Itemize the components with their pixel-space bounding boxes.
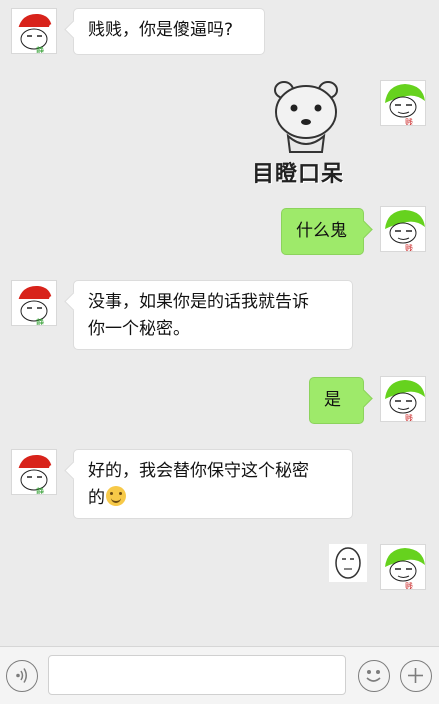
avatar-right[interactable]: 贱 (380, 206, 426, 252)
avatar-right[interactable]: 贱 (380, 544, 426, 590)
message-bubble[interactable]: 贱贱，你是傻逼吗? (73, 8, 265, 55)
emoji-icon (366, 670, 381, 682)
message-input[interactable] (48, 655, 346, 695)
voice-button[interactable] (6, 660, 38, 692)
green-hair-face-icon: 贱 (385, 84, 425, 126)
message-text: 是 (324, 390, 341, 410)
santa-face-icon: 静 (18, 285, 55, 326)
svg-text:静: 静 (36, 317, 44, 326)
message-text: 什么鬼 (296, 221, 347, 241)
plain-face-sticker-icon (329, 544, 367, 582)
message-text-line: 的 (88, 485, 338, 512)
smile-emoji-icon (106, 486, 126, 506)
avatar-right[interactable]: 贱 (380, 80, 426, 126)
santa-face-icon: 静 (18, 13, 55, 54)
message-bubble[interactable]: 没事，如果你是的话我就告诉 你一个秘密。 (73, 280, 353, 350)
sticker-caption: 目瞪口呆 (252, 162, 345, 187)
message-text-line: 好的，我会替你保守这个秘密 (88, 461, 309, 481)
avatar-right[interactable]: 贱 (380, 376, 426, 422)
emoji-button[interactable] (358, 660, 390, 692)
message-text-line: 你一个秘密。 (88, 319, 190, 339)
message-text: 贱贱，你是傻逼吗? (88, 20, 234, 40)
message-text-line: 没事，如果你是的话我就告诉 (88, 292, 309, 312)
message-bubble[interactable]: 好的，我会替你保守这个秘密 的 (73, 449, 353, 519)
sticker-image[interactable]: 目瞪口呆 (248, 76, 360, 188)
green-hair-face-icon: 贱 (385, 210, 425, 252)
avatar-left[interactable]: 静 (11, 449, 57, 495)
plus-button[interactable] (400, 660, 432, 692)
santa-face-icon: 静 (18, 454, 55, 495)
plus-icon (408, 668, 423, 683)
message-bubble[interactable]: 什么鬼 (281, 208, 364, 255)
input-bar (0, 646, 439, 704)
green-hair-face-icon: 贱 (385, 548, 425, 590)
message-bubble[interactable]: 是 (309, 377, 364, 424)
avatar-left[interactable]: 静 (11, 280, 57, 326)
svg-text:贱: 贱 (405, 581, 413, 590)
green-hair-face-icon: 贱 (385, 380, 425, 422)
svg-text:贱: 贱 (405, 413, 413, 422)
voice-icon (16, 668, 27, 683)
avatar-left[interactable]: 静 (11, 8, 57, 54)
avatar-left-label: 静 (36, 45, 44, 54)
sticker-image[interactable] (328, 543, 368, 583)
avatar-right-label: 贱 (405, 117, 413, 126)
svg-text:贱: 贱 (405, 243, 413, 252)
svg-text:静: 静 (36, 486, 44, 495)
